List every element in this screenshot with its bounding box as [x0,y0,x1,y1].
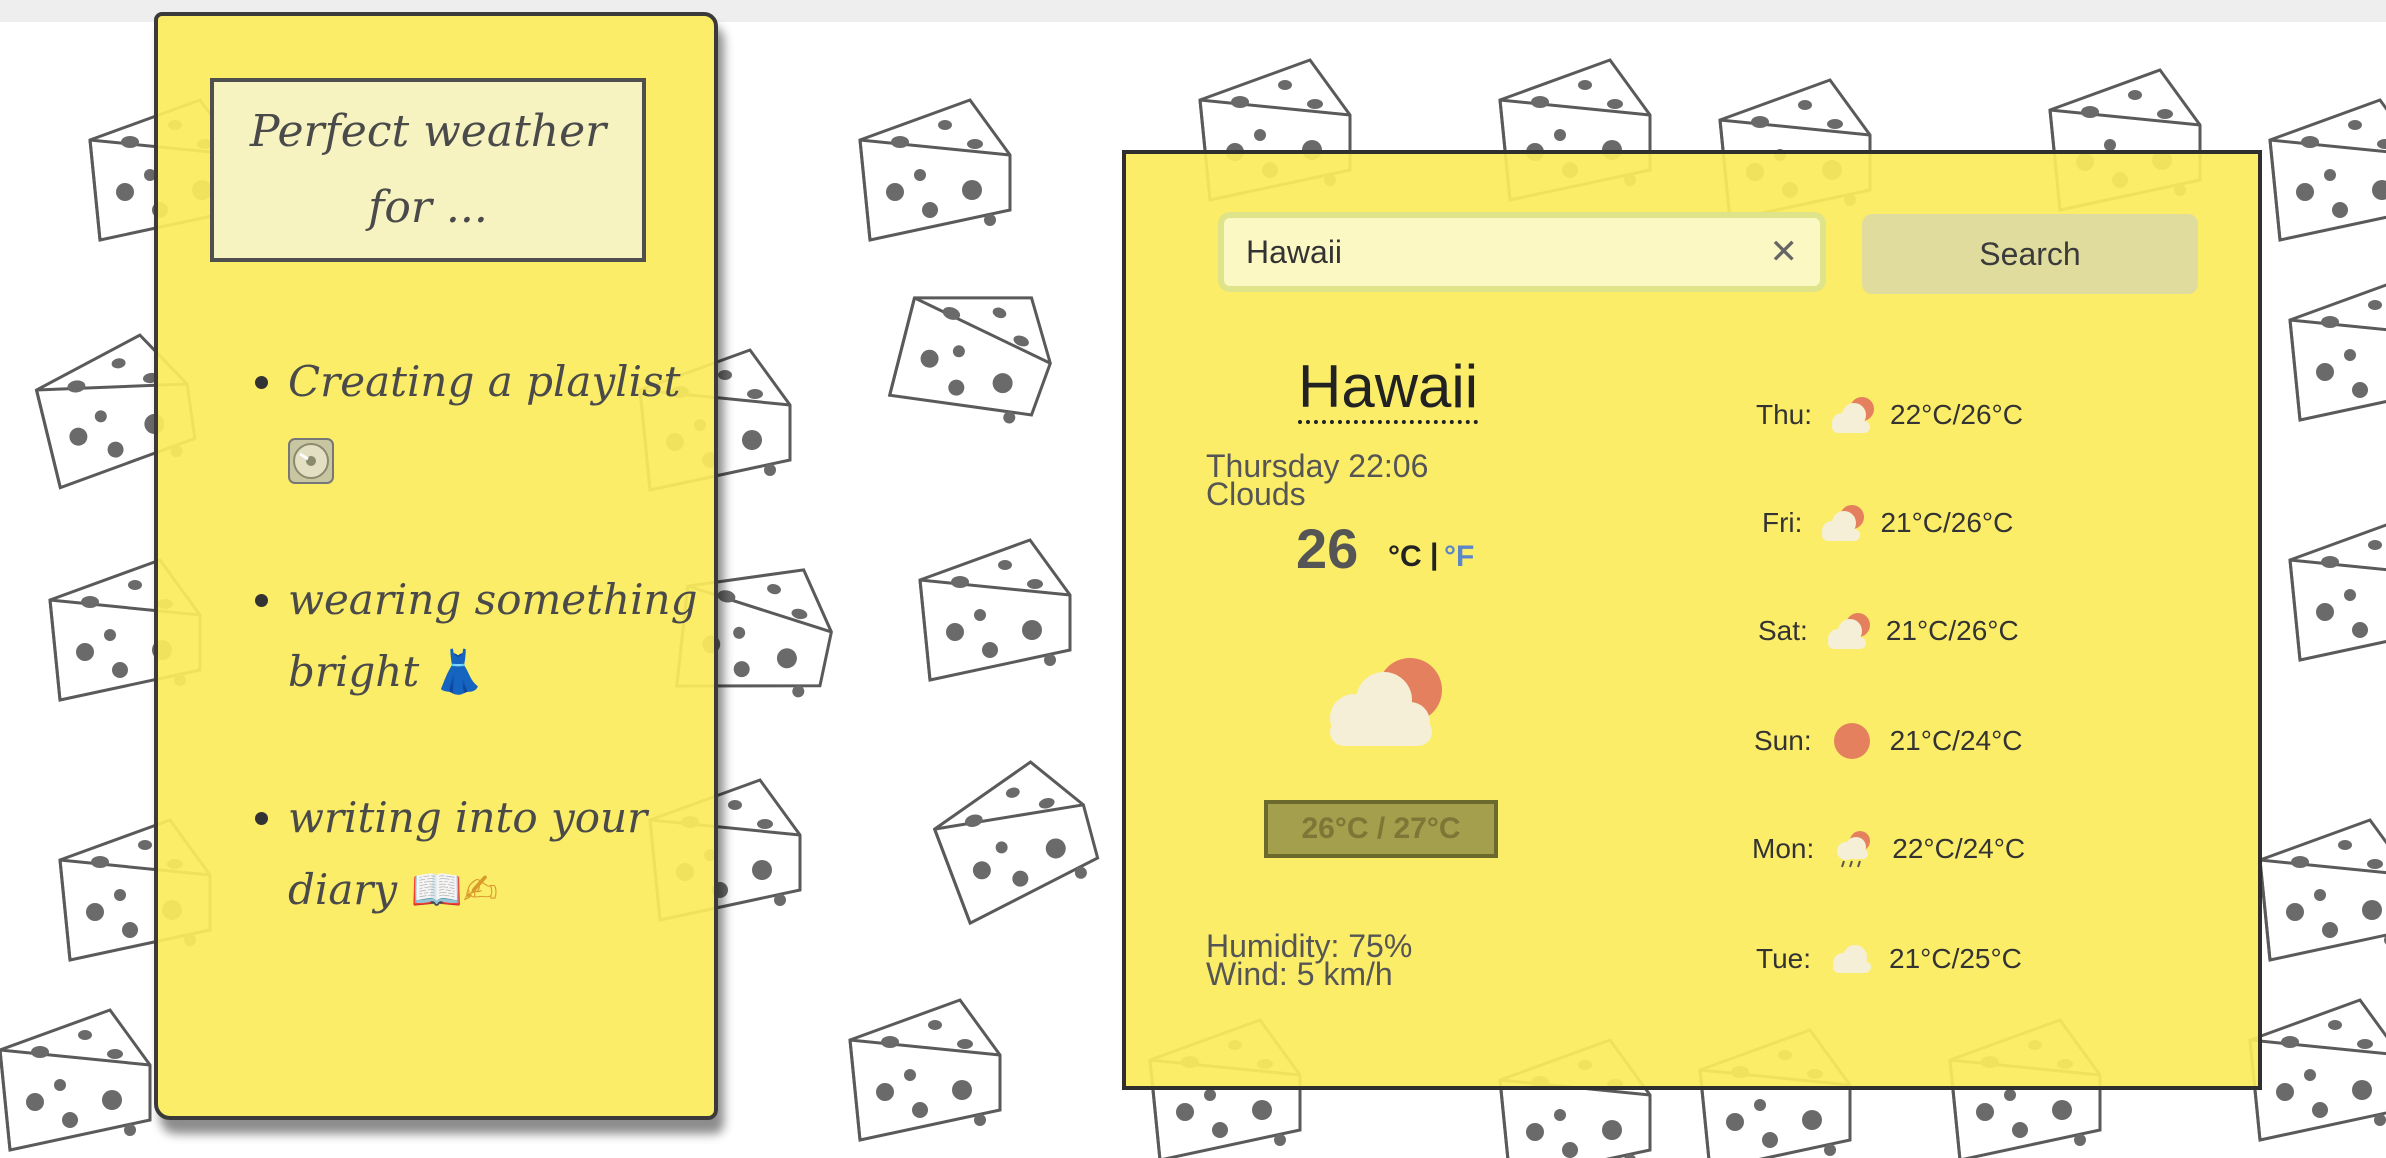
forecast-temps: 22°C/26°C [1890,399,2023,430]
list-item: wearing something bright 👗 [288,564,708,708]
forecast-row: Fri: 21°C/26°C [1762,498,2013,548]
book-writing-icon: 📖✍ [410,865,499,914]
note-panel: Perfect weather for ... Creating a playl… [154,12,718,1120]
clear-icon[interactable]: ✕ [1770,232,1799,272]
city-name: Hawaii [1298,354,1479,424]
dress-icon: 👗 [432,647,485,696]
search-field: ✕ [1218,212,1826,292]
celsius-link[interactable]: °C [1388,540,1422,574]
cd-disc-icon [288,438,334,484]
search-input[interactable] [1246,218,1766,286]
sun-behind-cloud-icon [1330,658,1442,746]
forecast-temps: 21°C/26°C [1880,507,2014,538]
list-item-text: Creating a playlist [288,357,681,406]
forecast-row: Sun: 21°C/24°C [1754,716,2023,766]
forecast-temps: 21°C/25°C [1889,943,2022,974]
forecast-row: Sat: 21°C/26°C [1758,606,2019,656]
forecast-row: Tue: 21°C/25°C [1756,934,2022,984]
forecast-temps: 21°C/24°C [1889,725,2023,756]
weather-panel: ✕ Search Hawaii Thursday 22:06 Clouds 26… [1122,150,2262,1090]
fahrenheit-link[interactable]: °F [1444,540,1474,574]
sun-behind-cloud-icon [1827,613,1870,649]
cloud-icon [1833,945,1871,973]
list-item: Creating a playlist [288,346,708,490]
wind: Wind: 5 km/h [1206,956,1393,992]
forecast-day: Sat: [1758,615,1808,646]
forecast-day: Sun: [1754,725,1812,756]
note-title: Perfect weather for ... [210,78,646,262]
forecast-day: Thu: [1756,399,1813,430]
forecast-day: Mon: [1752,833,1815,864]
forecast-day: Tue: [1756,943,1811,974]
unit-separator: | [1430,538,1439,571]
current-temperature: 26 [1296,517,1359,580]
sun-icon [1833,723,1870,759]
temperature-range: 26°C / 27°C [1264,800,1498,858]
forecast-temps: 22°C/24°C [1892,833,2026,864]
activity-list: Creating a playlist wearing something br… [238,346,708,1000]
rain-cloud-sun-icon [1837,831,1871,868]
weather-description: Clouds [1206,476,1306,512]
sun-behind-cloud-icon [1832,397,1875,433]
forecast-row: Thu: 22°C/26°C [1756,390,2023,440]
list-item: writing into your diary 📖✍ [288,782,708,926]
list-item-text: wearing something bright [288,575,698,696]
search-button[interactable]: Search [1862,214,2198,294]
forecast-temps: 21°C/26°C [1885,615,2019,646]
forecast-row: Mon: 22°C/24°C [1752,824,2025,874]
sun-behind-cloud-icon [1822,505,1865,541]
forecast-day: Fri: [1762,507,1803,538]
